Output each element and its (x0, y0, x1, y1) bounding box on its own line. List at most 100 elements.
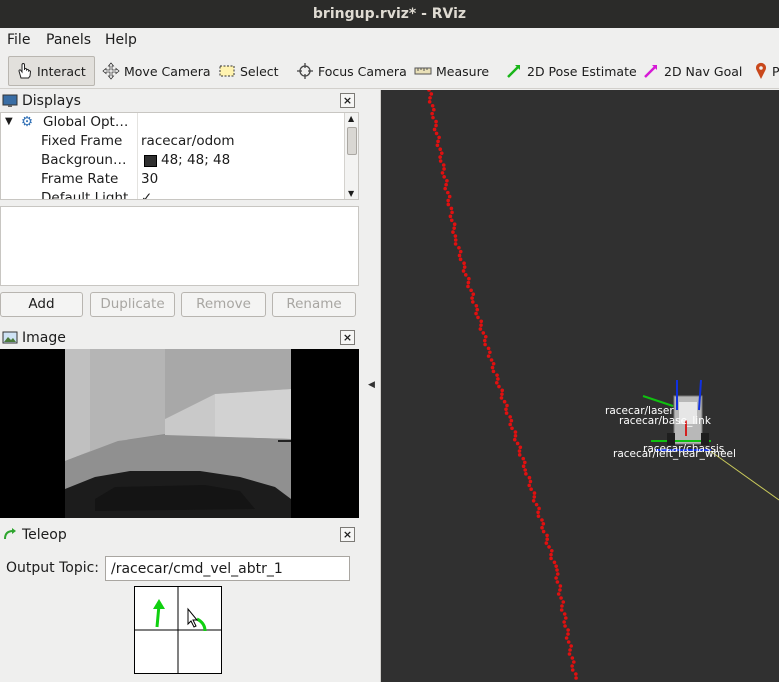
move-camera-tool-button[interactable]: Move Camera (96, 56, 217, 86)
add-display-button[interactable]: Add (0, 292, 83, 317)
laser-scan-point (566, 640, 571, 644)
tree-row-default-light[interactable]: Default Light ✓ (1, 189, 343, 199)
laser-scan-point (434, 123, 438, 128)
nav-goal-tool-button[interactable]: 2D Nav Goal (636, 56, 748, 86)
laser-scan-point (446, 190, 450, 195)
tree-row-frame-rate[interactable]: Frame Rate 30 (1, 170, 343, 189)
output-topic-input[interactable] (105, 556, 350, 581)
laser-scan-point (428, 96, 432, 100)
tf-frame-label: racecar/left_rear_wheel (613, 448, 736, 460)
3d-render-viewport[interactable]: racecar/laser racecar/base_link racecar/ch… (381, 90, 779, 682)
laser-scan-point (523, 468, 527, 472)
laser-scan-point (466, 280, 471, 285)
monitor-icon (2, 94, 18, 107)
laser-scan-layer: racecar/laserracecar/base_linkracecar/ch… (427, 90, 779, 680)
laser-scan-point (457, 245, 461, 250)
measure-tool-button[interactable]: Measure (408, 56, 495, 86)
displays-tree[interactable]: ▼ ⚙ Global Opt… Fixed Frame racecar/odom… (0, 112, 359, 200)
laser-scan-point (495, 373, 499, 377)
laser-scan-point (569, 644, 573, 648)
image-panel-close-button[interactable]: × (340, 330, 355, 345)
panel-splitter[interactable]: ◀ (359, 90, 381, 682)
laser-scan-point (510, 426, 514, 431)
laser-scan-point (563, 624, 567, 628)
laser-scan-point (529, 487, 533, 492)
teleop-panel-close-button[interactable]: × (340, 527, 355, 542)
collapse-left-arrow-icon[interactable]: ◀ (368, 380, 375, 390)
duplicate-display-button[interactable]: Duplicate (90, 292, 175, 317)
laser-scan-point (566, 632, 570, 636)
laser-scan-point (450, 210, 454, 215)
laser-scan-point (429, 92, 434, 96)
laser-scan-point (432, 127, 437, 132)
interact-tool-button[interactable]: Interact (8, 56, 95, 86)
tree-value[interactable]: 48; 48; 48 (161, 152, 230, 168)
laser-scan-point (446, 198, 450, 203)
laser-scan-point (508, 422, 512, 427)
tree-row-global-options[interactable]: ▼ ⚙ Global Opt… (1, 113, 343, 132)
measure-label: Measure (436, 63, 490, 79)
laser-scan-point (435, 143, 440, 148)
laser-scan-point (518, 445, 523, 450)
teleop-arrows-icon (4, 528, 16, 540)
displays-panel-close-button[interactable]: × (340, 93, 355, 108)
nav-goal-label: 2D Nav Goal (664, 63, 743, 79)
tree-value[interactable]: racecar/odom (141, 133, 235, 149)
image-panel-header: Image × (0, 327, 359, 349)
scroll-up-icon[interactable]: ▲ (348, 114, 354, 123)
laser-scan-point (471, 300, 475, 304)
focus-crosshair-icon (297, 63, 313, 79)
laser-scan-point (566, 628, 570, 632)
laser-scan-point (452, 226, 456, 230)
laser-scan-point (524, 472, 528, 476)
scroll-down-icon[interactable]: ▼ (348, 189, 354, 198)
laser-scan-point (436, 139, 440, 144)
laser-scan-point (489, 358, 494, 362)
publish-point-label: P (772, 63, 779, 79)
teleop-drive-pad[interactable] (134, 586, 222, 674)
laser-scan-point (431, 115, 435, 120)
laser-scan-point (554, 576, 558, 580)
expand-arrow-icon[interactable]: ▼ (5, 116, 13, 127)
pose-estimate-tool-button[interactable]: 2D Pose Estimate (499, 56, 643, 86)
focus-camera-tool-button[interactable]: Focus Camera (290, 56, 413, 86)
laser-scan-point (434, 119, 438, 124)
laser-scan-point (509, 418, 514, 423)
displays-scrollbar[interactable]: ▲ ▼ (344, 113, 358, 199)
publish-point-tool-button[interactable]: P (748, 56, 779, 86)
laser-scan-point (449, 206, 454, 211)
laser-scan-point (556, 592, 561, 596)
laser-scan-point (469, 288, 473, 293)
checkbox-checked[interactable]: ✓ (141, 190, 152, 199)
laser-scan-point (559, 608, 564, 612)
remove-display-button[interactable]: Remove (181, 292, 266, 317)
laser-scan-point (541, 529, 546, 534)
laser-scan-point (453, 242, 458, 246)
tree-key: Global Opt… (43, 114, 129, 130)
laser-scan-point (527, 475, 532, 480)
menu-panels[interactable]: Panels (46, 32, 91, 48)
laser-scan-point (537, 506, 541, 511)
laser-scan-point (564, 616, 568, 620)
laser-scan-point (523, 460, 527, 465)
laser-scan-point (488, 350, 492, 355)
laser-scan-point (528, 479, 533, 484)
laser-scan-point (558, 584, 563, 588)
display-description-area (0, 206, 359, 286)
laser-scan-point (567, 652, 572, 656)
tree-row-fixed-frame[interactable]: Fixed Frame racecar/odom (1, 132, 343, 151)
laser-scan-point (479, 323, 483, 327)
menu-help[interactable]: Help (105, 32, 137, 48)
tree-row-background-color[interactable]: Backgroun… 48; 48; 48 (1, 151, 343, 170)
laser-scan-point (430, 111, 434, 116)
rename-display-button[interactable]: Rename (272, 292, 356, 317)
laser-scan-point (549, 552, 553, 557)
laser-scan-point (491, 369, 496, 374)
tree-value[interactable]: 30 (141, 171, 158, 187)
scrollbar-thumb[interactable] (347, 127, 357, 155)
laser-scan-point (555, 568, 559, 572)
laser-scan-point (483, 342, 487, 347)
move-camera-label: Move Camera (124, 63, 211, 79)
menu-file[interactable]: File (7, 32, 30, 48)
select-tool-button[interactable]: Select (212, 56, 285, 86)
